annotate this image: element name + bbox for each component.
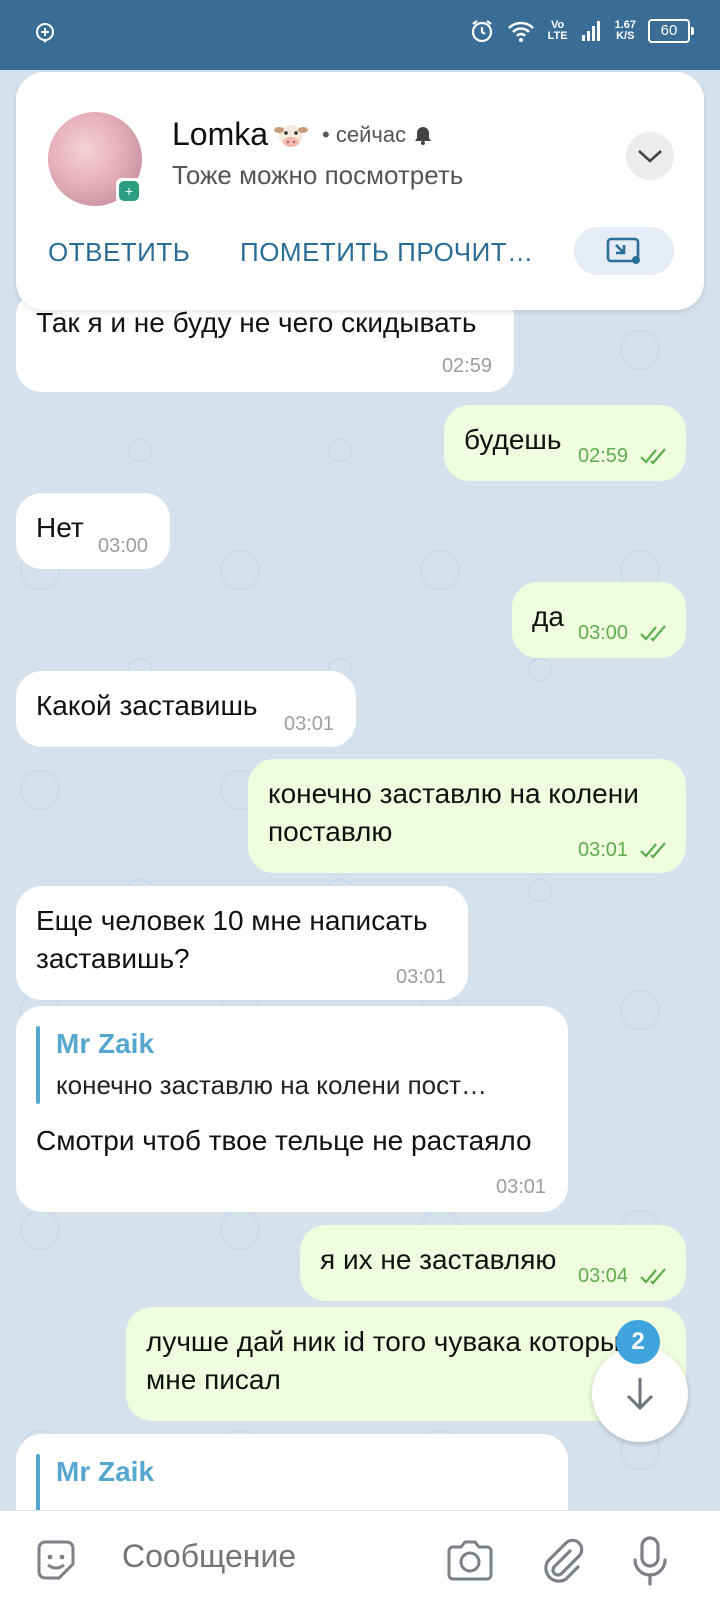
status-bar: Vo LTE 1.67 K/S 60 <box>0 0 720 70</box>
notification-text: Тоже можно посмотреть <box>172 160 464 190</box>
cow-emoji-icon <box>274 124 309 147</box>
message-text: Смотри чтоб твое тельце не растаяло <box>36 1125 532 1156</box>
message-incoming-reply[interactable]: Mr Zaik конечно заставлю на колени пост…… <box>16 1006 568 1212</box>
message-time: 02:59 <box>578 445 629 467</box>
battery-indicator: 60 <box>648 19 694 43</box>
message-time: 02:59 <box>441 355 492 377</box>
message-time: 03:00 <box>98 535 149 557</box>
reply-quote-bar <box>36 1454 40 1510</box>
camera-icon <box>447 1540 493 1581</box>
message-text: Еще человек 10 мне написать заставишь? <box>36 905 428 974</box>
reply-author[interactable]: Mr Zaik <box>56 1456 154 1488</box>
message-input-bar <box>0 1510 720 1609</box>
signal-icon <box>581 21 600 41</box>
location-pin-icon <box>36 23 54 43</box>
sender-name: Lomka <box>172 116 269 152</box>
emoji-sticker-icon <box>37 1540 75 1580</box>
bell-icon <box>415 126 432 145</box>
reply-author[interactable]: Mr Zaik <box>56 1028 154 1060</box>
popup-window-icon <box>606 237 640 264</box>
chevron-down-icon <box>638 150 662 163</box>
message-time: 03:01 <box>578 839 629 861</box>
message-text: Нет <box>36 512 84 543</box>
message-outgoing[interactable]: да 03:00 <box>512 582 686 658</box>
camera-button[interactable] <box>444 1535 496 1587</box>
message-text: да <box>532 601 564 632</box>
message-text: лучше дай ник id того чувака который мне… <box>146 1326 636 1395</box>
paperclip-icon <box>544 1538 584 1583</box>
notification-title: Lomka • сейчас <box>172 116 434 153</box>
message-notification[interactable]: + Lomka • сейчас Тоже можно посмотреть О… <box>16 72 704 310</box>
double-check-icon <box>640 842 666 859</box>
message-time: 03:04 <box>578 1265 629 1287</box>
message-time: 03:01 <box>396 966 447 988</box>
emoji-button[interactable] <box>30 1535 82 1587</box>
reply-button[interactable]: ОТВЕТИТЬ <box>48 237 190 268</box>
message-incoming[interactable]: Еще человек 10 мне написать заставишь? 0… <box>16 886 468 1000</box>
mark-read-button[interactable]: ПОМЕТИТЬ ПРОЧИТ… <box>240 237 534 268</box>
microphone-icon <box>633 1536 667 1586</box>
expand-button[interactable] <box>626 132 674 180</box>
message-outgoing[interactable]: конечно заставлю на колени поставлю 03:0… <box>248 759 686 873</box>
notification-time: • сейчас <box>322 121 407 147</box>
double-check-icon <box>640 1268 666 1285</box>
message-input[interactable] <box>120 1537 424 1576</box>
double-check-icon <box>640 625 666 642</box>
message-text: я их не заставляю <box>320 1244 557 1275</box>
voice-record-button[interactable] <box>624 1535 676 1587</box>
message-outgoing[interactable]: я их не заставляю 03:04 <box>300 1225 686 1301</box>
alarm-icon <box>471 20 492 43</box>
app-badge-icon: + <box>116 178 142 204</box>
message-text: будешь <box>464 424 562 455</box>
reply-quote-bar <box>36 1026 40 1104</box>
arrow-down-icon <box>626 1378 654 1411</box>
reply-snippet[interactable]: конечно заставлю на колени пост… <box>56 1070 487 1101</box>
message-incoming[interactable]: Нет 03:00 <box>16 493 170 569</box>
double-check-icon <box>640 448 666 465</box>
message-time: 03:00 <box>578 622 629 644</box>
message-time: 03:01 <box>496 1176 547 1198</box>
message-outgoing[interactable]: будешь 02:59 <box>444 405 686 481</box>
message-incoming-reply[interactable]: Mr Zaik <box>16 1434 568 1510</box>
attach-button[interactable] <box>536 1535 588 1587</box>
unread-count-badge: 2 <box>616 1320 660 1364</box>
message-time: 03:01 <box>284 713 335 735</box>
message-text: Какой заставишь <box>36 690 258 721</box>
wifi-icon <box>507 21 534 42</box>
popup-window-button[interactable] <box>574 227 674 275</box>
network-type: Vo LTE <box>547 19 568 42</box>
message-incoming[interactable]: Какой заставишь 03:01 <box>16 671 356 747</box>
network-speed: 1.67 K/S <box>614 19 636 42</box>
